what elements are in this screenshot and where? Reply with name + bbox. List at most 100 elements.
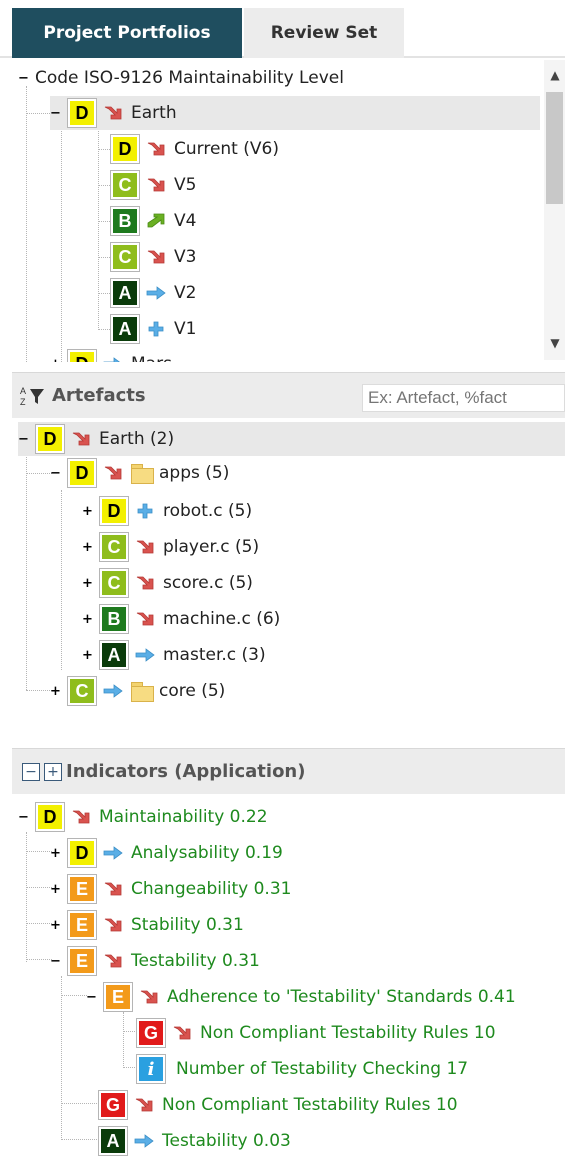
svg-text:A: A	[20, 386, 26, 396]
expand-icon[interactable]: +	[50, 685, 61, 698]
indicator-row[interactable]: + E Stability 0.31	[50, 908, 244, 942]
indicators-tree: − D Maintainability 0.22 + D Analysability…	[0, 798, 565, 1158]
tree-label: robot.c (5)	[163, 501, 253, 521]
indicator-row-maintainability[interactable]: − D Maintainability 0.22	[18, 800, 268, 834]
tree-label: V2	[174, 283, 197, 303]
trend-stable-icon	[144, 283, 168, 303]
grade-badge: D	[110, 134, 140, 164]
indicators-title: Indicators (Application)	[66, 761, 306, 782]
tree-row-apps[interactable]: − D apps (5)	[50, 456, 229, 490]
trend-down-icon	[133, 537, 157, 557]
expand-icon[interactable]: +	[82, 577, 93, 590]
tree-row-version[interactable]: B V4	[110, 204, 196, 238]
trend-down-icon	[101, 463, 125, 483]
expand-icon[interactable]: +	[82, 505, 93, 518]
trend-new-icon	[144, 319, 168, 339]
tree-row-file[interactable]: + Cscore.c (5)	[82, 566, 253, 600]
indicator-row-checking[interactable]: i Number of Testability Checking 17	[136, 1052, 468, 1086]
sort-filter-icon[interactable]: A Z	[20, 385, 46, 407]
expand-all-icon[interactable]: +	[44, 762, 62, 781]
collapse-icon[interactable]: −	[86, 991, 97, 1004]
trend-down-icon	[101, 915, 125, 935]
scroll-down-icon[interactable]: ▼	[548, 336, 562, 350]
trend-new-icon	[133, 501, 157, 521]
indicator-row-adherence[interactable]: − E Adherence to 'Testability' Standards…	[86, 980, 516, 1014]
tree-row-version[interactable]: A V1	[110, 312, 196, 346]
grade-badge: E	[67, 946, 97, 976]
tree-row-core[interactable]: + C core (5)	[50, 674, 225, 708]
trend-stable-icon	[132, 1131, 156, 1151]
tree-label: Analysability 0.19	[131, 843, 283, 863]
collapse-icon[interactable]: −	[18, 72, 29, 85]
tab-review-set[interactable]: Review Set	[244, 8, 404, 58]
trend-stable-icon	[101, 681, 125, 701]
tree-label: Mars	[131, 354, 172, 362]
trend-down-icon	[144, 247, 168, 267]
scroll-up-icon[interactable]: ▲	[548, 68, 562, 82]
tab-project-portfolios[interactable]: Project Portfolios	[12, 8, 242, 58]
indicator-row-ncr-inner[interactable]: G Non Compliant Testability Rules 10	[136, 1016, 496, 1050]
tree-row-mars[interactable]: + D Mars	[50, 347, 172, 362]
expand-icon[interactable]: +	[82, 613, 93, 626]
trend-stable-icon	[133, 645, 157, 665]
grade-badge: A	[110, 314, 140, 344]
tree-row-file[interactable]: + Cplayer.c (5)	[82, 530, 259, 564]
grade-badge: A	[99, 640, 129, 670]
grade-badge: D	[99, 496, 129, 526]
tree-row-file[interactable]: + Bmachine.c (6)	[82, 602, 280, 636]
grade-badge: G	[98, 1090, 128, 1120]
expand-icon[interactable]: +	[50, 883, 61, 896]
indicator-row[interactable]: − E Testability 0.31	[50, 944, 260, 978]
trend-stable-icon	[101, 843, 125, 863]
tree-row-version[interactable]: C V3	[110, 240, 196, 274]
expand-icon[interactable]: +	[50, 358, 61, 363]
trend-down-icon	[69, 807, 93, 827]
expand-icon[interactable]: +	[50, 847, 61, 860]
grade-badge: C	[99, 532, 129, 562]
trend-down-icon	[137, 987, 161, 1007]
grade-badge: B	[110, 206, 140, 236]
grade-badge: D	[67, 349, 97, 362]
collapse-icon[interactable]: −	[18, 433, 29, 446]
indicator-row-testability-leaf[interactable]: A Testability 0.03	[98, 1124, 291, 1158]
collapse-icon[interactable]: −	[50, 467, 61, 480]
collapse-icon[interactable]: −	[50, 107, 61, 120]
expand-icon[interactable]: +	[50, 919, 61, 932]
expand-icon[interactable]: +	[82, 541, 93, 554]
tree-label: Stability 0.31	[131, 915, 244, 935]
trend-down-icon	[101, 879, 125, 899]
tree-row-version[interactable]: C V5	[110, 168, 196, 202]
folder-icon	[131, 682, 154, 702]
grade-badge: E	[103, 982, 133, 1012]
grade-badge: A	[98, 1126, 128, 1156]
trend-down-icon	[170, 1023, 194, 1043]
indicator-row[interactable]: + D Analysability 0.19	[50, 836, 283, 870]
grade-badge: D	[35, 802, 65, 832]
tree-row-version[interactable]: A V2	[110, 276, 196, 310]
artefacts-tree: − D Earth (2) − D apps (5) + Drobot.c (5)…	[0, 420, 565, 720]
tree-row-file[interactable]: + Drobot.c (5)	[82, 494, 252, 528]
grade-badge: E	[67, 874, 97, 904]
tree-row-earth[interactable]: − D Earth	[50, 96, 540, 130]
grade-badge: E	[67, 910, 97, 940]
expand-icon[interactable]: +	[82, 649, 93, 662]
tree-label: Changeability 0.31	[131, 879, 292, 899]
grade-badge: C	[110, 242, 140, 272]
indicator-row[interactable]: + E Changeability 0.31	[50, 872, 291, 906]
tree-row-root[interactable]: − Code ISO-9126 Maintainability Level	[18, 61, 344, 95]
collapse-icon[interactable]: −	[18, 811, 29, 824]
collapse-all-icon[interactable]: −	[22, 762, 40, 781]
tree-label: apps (5)	[159, 463, 230, 483]
indicator-row-ncr[interactable]: G Non Compliant Testability Rules 10	[98, 1088, 458, 1122]
collapse-icon[interactable]: −	[50, 955, 61, 968]
trend-down-icon	[132, 1095, 156, 1115]
scrollbar-thumb[interactable]	[546, 92, 563, 204]
artefacts-title: Artefacts	[52, 385, 146, 406]
tree-row-file[interactable]: + Amaster.c (3)	[82, 638, 266, 672]
trend-down-icon	[133, 573, 157, 593]
artefact-search-input[interactable]	[362, 384, 565, 412]
folder-icon	[131, 464, 154, 484]
tree-label: master.c (3)	[163, 645, 266, 665]
tree-row-earth-artefact[interactable]: − D Earth (2)	[18, 422, 565, 456]
tree-row-version[interactable]: D Current (V6)	[110, 132, 279, 166]
